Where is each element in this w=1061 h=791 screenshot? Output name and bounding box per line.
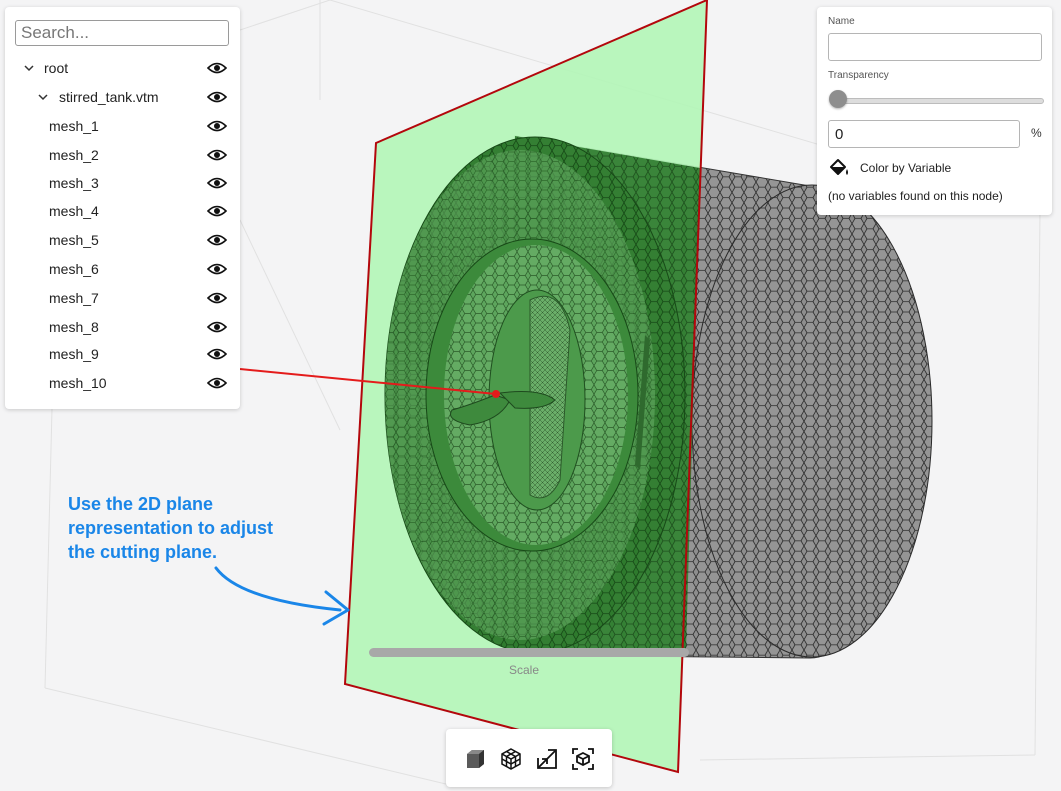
tree-item-root[interactable]: root	[5, 56, 240, 80]
solid-cube-icon	[467, 750, 484, 768]
annotation-arrow	[214, 566, 342, 612]
eye-icon[interactable]	[207, 176, 227, 190]
eye-icon[interactable]	[207, 291, 227, 305]
annotation-line: Use the 2D plane	[68, 494, 214, 514]
color-by-variable-button[interactable]: Color by Variable	[828, 157, 951, 179]
properties-panel: Name Transparency % Color by Variable (n…	[817, 7, 1052, 215]
scale-label: Scale	[509, 663, 540, 677]
percent-unit: %	[1031, 126, 1042, 140]
eye-icon[interactable]	[207, 347, 227, 361]
tree-item-label: mesh_5	[49, 232, 99, 248]
chevron-down-icon[interactable]	[23, 62, 35, 74]
tree-item-mesh[interactable]: mesh_4	[5, 199, 240, 223]
transparency-slider-thumb[interactable]	[829, 90, 847, 108]
eye-icon[interactable]	[207, 204, 227, 218]
name-field[interactable]	[828, 33, 1042, 61]
tree-item-label: mesh_10	[49, 375, 107, 391]
tree-item-label: mesh_6	[49, 261, 99, 277]
tree-item-label: root	[44, 60, 69, 76]
eye-icon[interactable]	[207, 61, 227, 75]
transparency-label: Transparency	[828, 70, 889, 81]
tree-item-mesh[interactable]: mesh_9	[5, 342, 240, 366]
transparency-slider-track[interactable]	[831, 98, 1044, 104]
tree-item-label: mesh_7	[49, 290, 99, 306]
tree-item-mesh[interactable]: mesh_2	[5, 143, 240, 167]
eye-icon[interactable]	[207, 90, 227, 104]
tree-item-stirred-tank[interactable]: stirred_tank.vtm	[5, 85, 240, 109]
wireframe-cube-icon	[501, 748, 521, 770]
tree-item-label: stirred_tank.vtm	[59, 89, 159, 105]
color-by-variable-label: Color by Variable	[860, 161, 952, 175]
tree-item-label: mesh_9	[49, 346, 99, 362]
expand-view-button[interactable]	[534, 746, 560, 772]
tree-item-mesh[interactable]: mesh_3	[5, 171, 240, 195]
tree-item-mesh[interactable]: mesh_1	[5, 114, 240, 138]
focus-cube-icon	[572, 748, 594, 770]
chevron-down-icon[interactable]	[37, 91, 49, 103]
focus-view-button[interactable]	[570, 746, 596, 772]
scale-bar	[369, 648, 689, 657]
transparency-field[interactable]	[828, 120, 1020, 148]
tank-clipped-mesh	[384, 136, 700, 655]
expand-arrow-icon	[537, 749, 557, 769]
solid-view-button[interactable]	[462, 746, 488, 772]
tree-item-label: mesh_1	[49, 118, 99, 134]
name-label: Name	[828, 16, 855, 27]
tree-item-mesh[interactable]: mesh_8	[5, 315, 240, 339]
scene-tree-panel: root stirred_tank.vtm mesh_1 mesh_2 mesh…	[5, 7, 240, 409]
search-input[interactable]	[15, 20, 229, 46]
annotation-line: representation to adjust	[68, 518, 274, 538]
tree-item-label: mesh_2	[49, 147, 99, 163]
paint-bucket-icon	[830, 159, 848, 175]
tree-item-mesh[interactable]: mesh_7	[5, 286, 240, 310]
tree-item-label: mesh_3	[49, 175, 99, 191]
tree-item-mesh[interactable]: mesh_6	[5, 257, 240, 281]
tree-item-mesh[interactable]: mesh_10	[5, 371, 240, 395]
annotation-line: the cutting plane.	[68, 542, 218, 562]
wireframe-view-button[interactable]	[498, 746, 524, 772]
no-variables-message: (no variables found on this node)	[828, 189, 1003, 203]
plane-origin-handle[interactable]	[492, 390, 500, 398]
eye-icon[interactable]	[207, 262, 227, 276]
eye-icon[interactable]	[207, 148, 227, 162]
eye-icon[interactable]	[207, 233, 227, 247]
eye-icon[interactable]	[207, 376, 227, 390]
tree-item-label: mesh_8	[49, 319, 99, 335]
tree-item-label: mesh_4	[49, 203, 99, 219]
view-toolbar	[446, 729, 612, 787]
tree-item-mesh[interactable]: mesh_5	[5, 228, 240, 252]
eye-icon[interactable]	[207, 119, 227, 133]
eye-icon[interactable]	[207, 320, 227, 334]
annotation-text: Use the 2D plane representation to adjus…	[68, 492, 308, 564]
